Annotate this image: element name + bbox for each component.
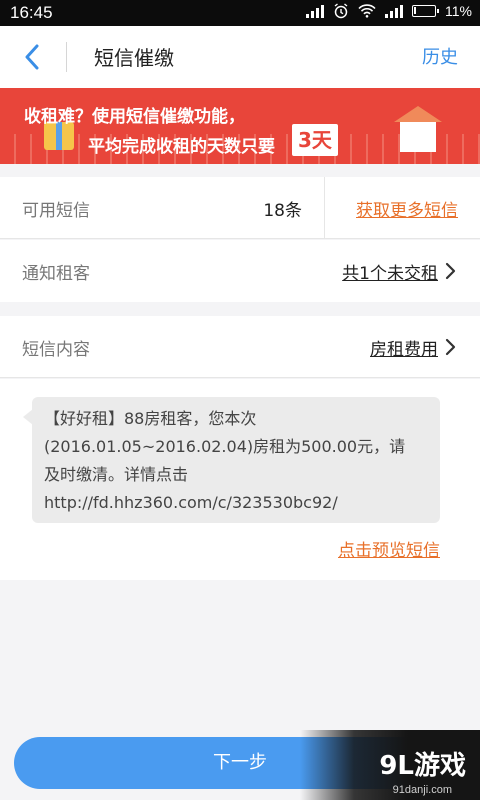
chevron-right-icon xyxy=(445,262,456,280)
wifi-icon xyxy=(358,4,376,18)
message-line: 及时缴清。详情点击 xyxy=(44,465,189,484)
message-preview-area: 【好好租】88房租客，您本次 (2016.01.05~2016.02.04)房租… xyxy=(0,379,480,580)
navbar: 短信催缴 历史 xyxy=(0,26,480,88)
promo-banner[interactable]: 收租难？使用短信催缴功能， 平均完成收租的天数只要 3天 xyxy=(0,88,480,164)
sms-balance-row: 可用短信 18条 获取更多短信 xyxy=(0,177,480,239)
sms-balance-count: 18条 xyxy=(263,201,302,221)
watermark-logo: 9L游戏 xyxy=(379,751,466,781)
notify-tenants-label: 通知租客 xyxy=(22,264,90,284)
preview-sms-link[interactable]: 点击预览短信 xyxy=(338,536,440,561)
message-line: http://fd.hhz360.com/c/323530bc92/ xyxy=(44,493,338,512)
row-divider xyxy=(324,177,325,239)
back-arrow-icon xyxy=(25,44,39,70)
battery-percent: 11% xyxy=(445,3,472,19)
alarm-clock-icon xyxy=(334,3,348,19)
back-button[interactable] xyxy=(14,40,50,74)
signal-bars-icon xyxy=(306,4,325,18)
get-more-sms-link[interactable]: 获取更多短信 xyxy=(356,196,458,221)
sms-content-row[interactable]: 短信内容 房租费用 xyxy=(0,316,480,378)
sms-balance-label: 可用短信 xyxy=(22,201,90,221)
signal-bars-icon xyxy=(385,4,404,18)
banner-subline: 平均完成收租的天数只要 xyxy=(88,137,275,157)
battery-icon xyxy=(412,5,440,17)
notify-tenants-row[interactable]: 通知租客 共1个未交租 xyxy=(0,240,480,302)
house-icon xyxy=(394,106,442,152)
message-line: 【好好租】88房租客，您本次 xyxy=(44,409,257,428)
status-time: 16:45 xyxy=(10,3,53,22)
banner-headline: 收租难？使用短信催缴功能， xyxy=(24,107,245,127)
sms-content-label: 短信内容 xyxy=(22,340,90,360)
status-bar: 16:45 11% xyxy=(0,0,480,26)
watermark: 9L游戏 91danji.com xyxy=(300,730,480,800)
nav-divider xyxy=(66,42,67,72)
message-bubble: 【好好租】88房租客，您本次 (2016.01.05~2016.02.04)房租… xyxy=(23,397,440,523)
status-icons: 11% xyxy=(306,3,472,19)
page-title: 短信催缴 xyxy=(94,46,174,70)
history-button[interactable]: 历史 xyxy=(422,43,458,69)
banner-days-badge: 3天 xyxy=(292,124,338,156)
chevron-right-icon xyxy=(445,338,456,356)
sms-template-value[interactable]: 房租费用 xyxy=(370,335,438,360)
notify-tenants-value[interactable]: 共1个未交租 xyxy=(342,259,438,284)
watermark-url: 91danji.com xyxy=(392,784,452,796)
message-line: (2016.01.05~2016.02.04)房租为500.00元，请 xyxy=(44,437,406,456)
